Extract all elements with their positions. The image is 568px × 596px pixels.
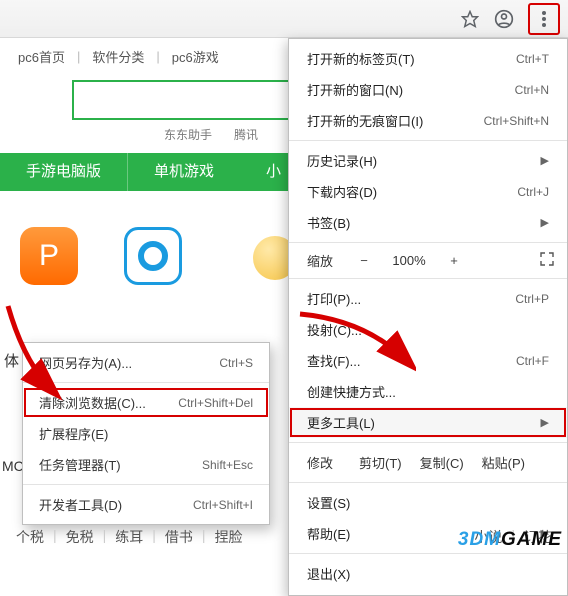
menu-divider bbox=[289, 442, 567, 443]
menu-item-zoom: 缩放 − 100% + bbox=[289, 247, 567, 274]
app-icon-browser bbox=[124, 227, 182, 285]
menu-item-find[interactable]: 查找(F)...Ctrl+F bbox=[289, 345, 567, 376]
menu-divider bbox=[289, 553, 567, 554]
search-hint[interactable]: 东东助手 bbox=[164, 126, 212, 143]
menu-item-cast[interactable]: 投射(C)... bbox=[289, 314, 567, 345]
menu-item-new-tab[interactable]: 打开新的标签页(T)Ctrl+T bbox=[289, 43, 567, 74]
side-char: 体 bbox=[4, 350, 19, 371]
menu-item-incognito[interactable]: 打开新的无痕窗口(I)Ctrl+Shift+N bbox=[289, 105, 567, 136]
menu-item-history[interactable]: 历史记录(H)▶ bbox=[289, 145, 567, 176]
footer-link[interactable]: 捏脸 bbox=[209, 527, 249, 547]
watermark: 3DMGAME bbox=[458, 529, 562, 551]
fullscreen-icon[interactable] bbox=[539, 251, 555, 270]
edit-paste[interactable]: 粘贴(P) bbox=[476, 453, 531, 472]
menu-item-edit: 修改 剪切(T) 复制(C) 粘贴(P) bbox=[289, 447, 567, 478]
footer-link[interactable]: 练耳 bbox=[109, 527, 149, 547]
edit-copy[interactable]: 复制(C) bbox=[414, 453, 470, 472]
app-item[interactable] bbox=[124, 227, 182, 285]
nav-link-category[interactable]: 软件分类 bbox=[92, 47, 144, 66]
more-tools-submenu: 网页另存为(A)...Ctrl+S 清除浏览数据(C)...Ctrl+Shift… bbox=[22, 342, 270, 525]
zoom-label: 缩放 bbox=[307, 251, 333, 270]
submenu-extensions[interactable]: 扩展程序(E) bbox=[23, 418, 269, 449]
submenu-task-manager[interactable]: 任务管理器(T)Shift+Esc bbox=[23, 449, 269, 480]
kebab-menu-highlight bbox=[528, 3, 560, 35]
nav-separator: | bbox=[77, 49, 80, 64]
chevron-right-icon: ▶ bbox=[541, 216, 549, 229]
menu-divider bbox=[23, 484, 269, 485]
menu-item-bookmarks[interactable]: 书签(B)▶ bbox=[289, 207, 567, 238]
menu-divider bbox=[289, 242, 567, 243]
menu-item-new-window[interactable]: 打开新的窗口(N)Ctrl+N bbox=[289, 74, 567, 105]
chevron-right-icon: ▶ bbox=[541, 154, 549, 167]
app-icon-ppt: P bbox=[20, 227, 78, 285]
menu-item-create-shortcut[interactable]: 创建快捷方式... bbox=[289, 376, 567, 407]
menu-item-exit[interactable]: 退出(X) bbox=[289, 558, 567, 589]
footer-link[interactable]: 借书 bbox=[159, 527, 199, 547]
menu-item-print[interactable]: 打印(P)...Ctrl+P bbox=[289, 283, 567, 314]
nav-separator: | bbox=[156, 49, 159, 64]
submenu-save-page-as[interactable]: 网页另存为(A)...Ctrl+S bbox=[23, 347, 269, 378]
edit-cut[interactable]: 剪切(T) bbox=[353, 453, 408, 472]
menu-item-settings[interactable]: 设置(S) bbox=[289, 487, 567, 518]
menu-divider bbox=[289, 482, 567, 483]
side-char: MC bbox=[2, 458, 24, 474]
zoom-percent: 100% bbox=[385, 253, 433, 268]
footer-link[interactable]: 免税 bbox=[60, 527, 100, 547]
main-menu: 打开新的标签页(T)Ctrl+T 打开新的窗口(N)Ctrl+N 打开新的无痕窗… bbox=[288, 38, 568, 596]
menu-item-downloads[interactable]: 下载内容(D)Ctrl+J bbox=[289, 176, 567, 207]
nav-link-games[interactable]: pc6游戏 bbox=[172, 47, 219, 66]
menu-divider bbox=[289, 278, 567, 279]
nav-link-home[interactable]: pc6首页 bbox=[18, 47, 65, 66]
zoom-in-button[interactable]: + bbox=[441, 253, 467, 268]
kebab-menu-icon[interactable] bbox=[534, 9, 554, 29]
footer-link[interactable]: 个税 bbox=[10, 527, 50, 547]
browser-titlebar bbox=[0, 0, 568, 38]
chevron-right-icon: ▶ bbox=[541, 416, 549, 429]
menu-divider bbox=[23, 382, 269, 383]
tab-single-game[interactable]: 单机游戏 bbox=[128, 153, 240, 191]
search-hint[interactable]: 腾讯 bbox=[234, 126, 258, 143]
menu-item-more-tools[interactable]: 更多工具(L)▶ bbox=[289, 407, 567, 438]
menu-divider bbox=[289, 140, 567, 141]
zoom-out-button[interactable]: − bbox=[351, 253, 377, 268]
app-item[interactable]: P bbox=[20, 227, 78, 285]
submenu-dev-tools[interactable]: 开发者工具(D)Ctrl+Shift+I bbox=[23, 489, 269, 520]
user-icon[interactable] bbox=[494, 9, 514, 29]
submenu-clear-browsing-data[interactable]: 清除浏览数据(C)...Ctrl+Shift+Del bbox=[23, 387, 269, 418]
edit-label: 修改 bbox=[307, 453, 333, 472]
star-icon[interactable] bbox=[460, 9, 480, 29]
tab-mobile-pc[interactable]: 手游电脑版 bbox=[0, 153, 128, 191]
